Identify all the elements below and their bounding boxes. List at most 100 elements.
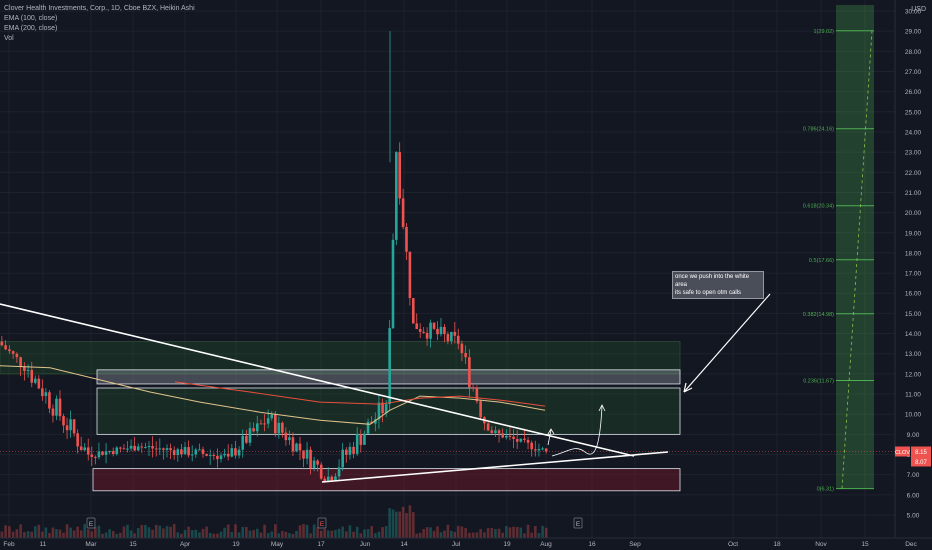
candle-body [263,423,266,425]
volume-bar [298,525,302,538]
price-tick-label: 13.00 [905,351,922,358]
time-tick-label: 15 [861,541,869,548]
volume-bar [26,531,30,538]
volume-bar [497,528,501,538]
fib-retracement[interactable]: 1(29.02) 0.786(24.16) 0.618(20.34) 0.5(17.6… [803,4,874,493]
candle-body [305,449,309,459]
candle-body [281,422,284,433]
candle-body [523,438,526,440]
candle-body [55,398,58,416]
volume-bar [541,525,544,538]
volume-bar [418,532,422,538]
volume-bar [398,511,401,538]
candle-body [76,433,79,447]
volume-bar [158,525,162,538]
candle-body [534,449,537,451]
candle-body [363,433,366,445]
time-tick-label: May [271,541,284,548]
candle-body [104,451,108,455]
price-tick-label: 20.00 [905,210,922,217]
candle-body [126,448,129,450]
ticker-badge-text: CLOV [895,450,910,456]
price-tick-label: 12.00 [905,371,922,378]
volume-bar [490,527,494,538]
volume-bar [58,529,62,538]
candle-body [391,239,395,329]
volume-bar [83,524,87,538]
volume-bar [94,527,97,538]
candle-body [443,326,446,335]
candle-body [429,322,432,339]
volume-bar [348,525,352,538]
candle-body [83,447,87,451]
candle-body [90,454,94,457]
candle-body [255,423,259,432]
legend-title: Clover Health Investments, Corp., 1D, Cb… [4,5,195,12]
candle-body [187,447,190,456]
candle-body [190,454,194,456]
volume-bar [512,526,515,538]
candle-body [62,416,65,426]
volume-bar [90,531,94,538]
price-tick-label: 9.00 [907,432,920,439]
candle-body [388,328,391,405]
candle-body [226,453,230,457]
fib-level-label: 1(29.02) [814,29,835,35]
candle-body [291,437,295,452]
volume-bar [201,528,205,538]
fib-level-label: 0.236(11.67) [803,379,834,385]
price-tick-label: 24.00 [905,129,922,136]
price-tick-label: 26.00 [905,89,922,96]
volume-bar [475,532,479,538]
time-tick-label: 16 [588,541,596,548]
price-tick-label: 16.00 [905,291,922,298]
volume-bar [366,529,370,538]
candle-body [69,419,72,431]
zone-red-box [92,468,681,492]
candle-body [512,436,515,440]
volume-bar [352,531,355,538]
volume-bar [248,530,252,538]
volume-bar [443,530,446,538]
volume-bar [468,532,471,538]
candle-body [212,454,216,456]
candle-body [33,378,37,383]
candle-body [219,455,223,460]
volume-bar [119,532,122,538]
candle-body [319,464,323,479]
candle-body [252,428,255,432]
candle-body [11,351,15,354]
axes[interactable]: 5.006.007.008.009.0010.0011.0012.0013.00… [0,0,932,550]
volume-bar [355,526,359,538]
volume-bar [126,524,129,538]
time-tick-label: 19 [503,541,511,548]
candle-body [30,369,34,383]
candle-body [295,443,298,452]
volume-bar [252,530,255,538]
price-tick-label: 29.00 [905,29,922,36]
time-tick-label: Oct [728,541,738,548]
chart-area[interactable]: 1(29.02) 0.786(24.16) 0.618(20.34) 0.5(17.6… [0,0,932,550]
volume-bar [140,524,144,538]
volume-bar [295,530,298,538]
volume-bar [505,526,508,538]
volume-bar [241,526,245,538]
candle-body [115,447,119,455]
candle-body [248,428,252,443]
candle-body [259,423,263,425]
candle-body [450,331,453,342]
candle-body [453,331,457,336]
price-tick-label: 18.00 [905,250,922,257]
candle-body [515,439,519,442]
volume-bar [501,532,504,538]
annotation-note[interactable]: once we push into the white area its saf… [672,271,764,299]
candle-body [58,398,62,417]
volume-bar [291,533,295,538]
candle-body [273,414,277,434]
candle-body [51,408,55,416]
volume-bar [208,532,212,538]
chart-legend: Clover Health Investments, Corp., 1D, Cb… [4,4,195,44]
candle-body [223,453,226,456]
volume-bar [165,526,169,538]
volume-bar [377,531,381,538]
